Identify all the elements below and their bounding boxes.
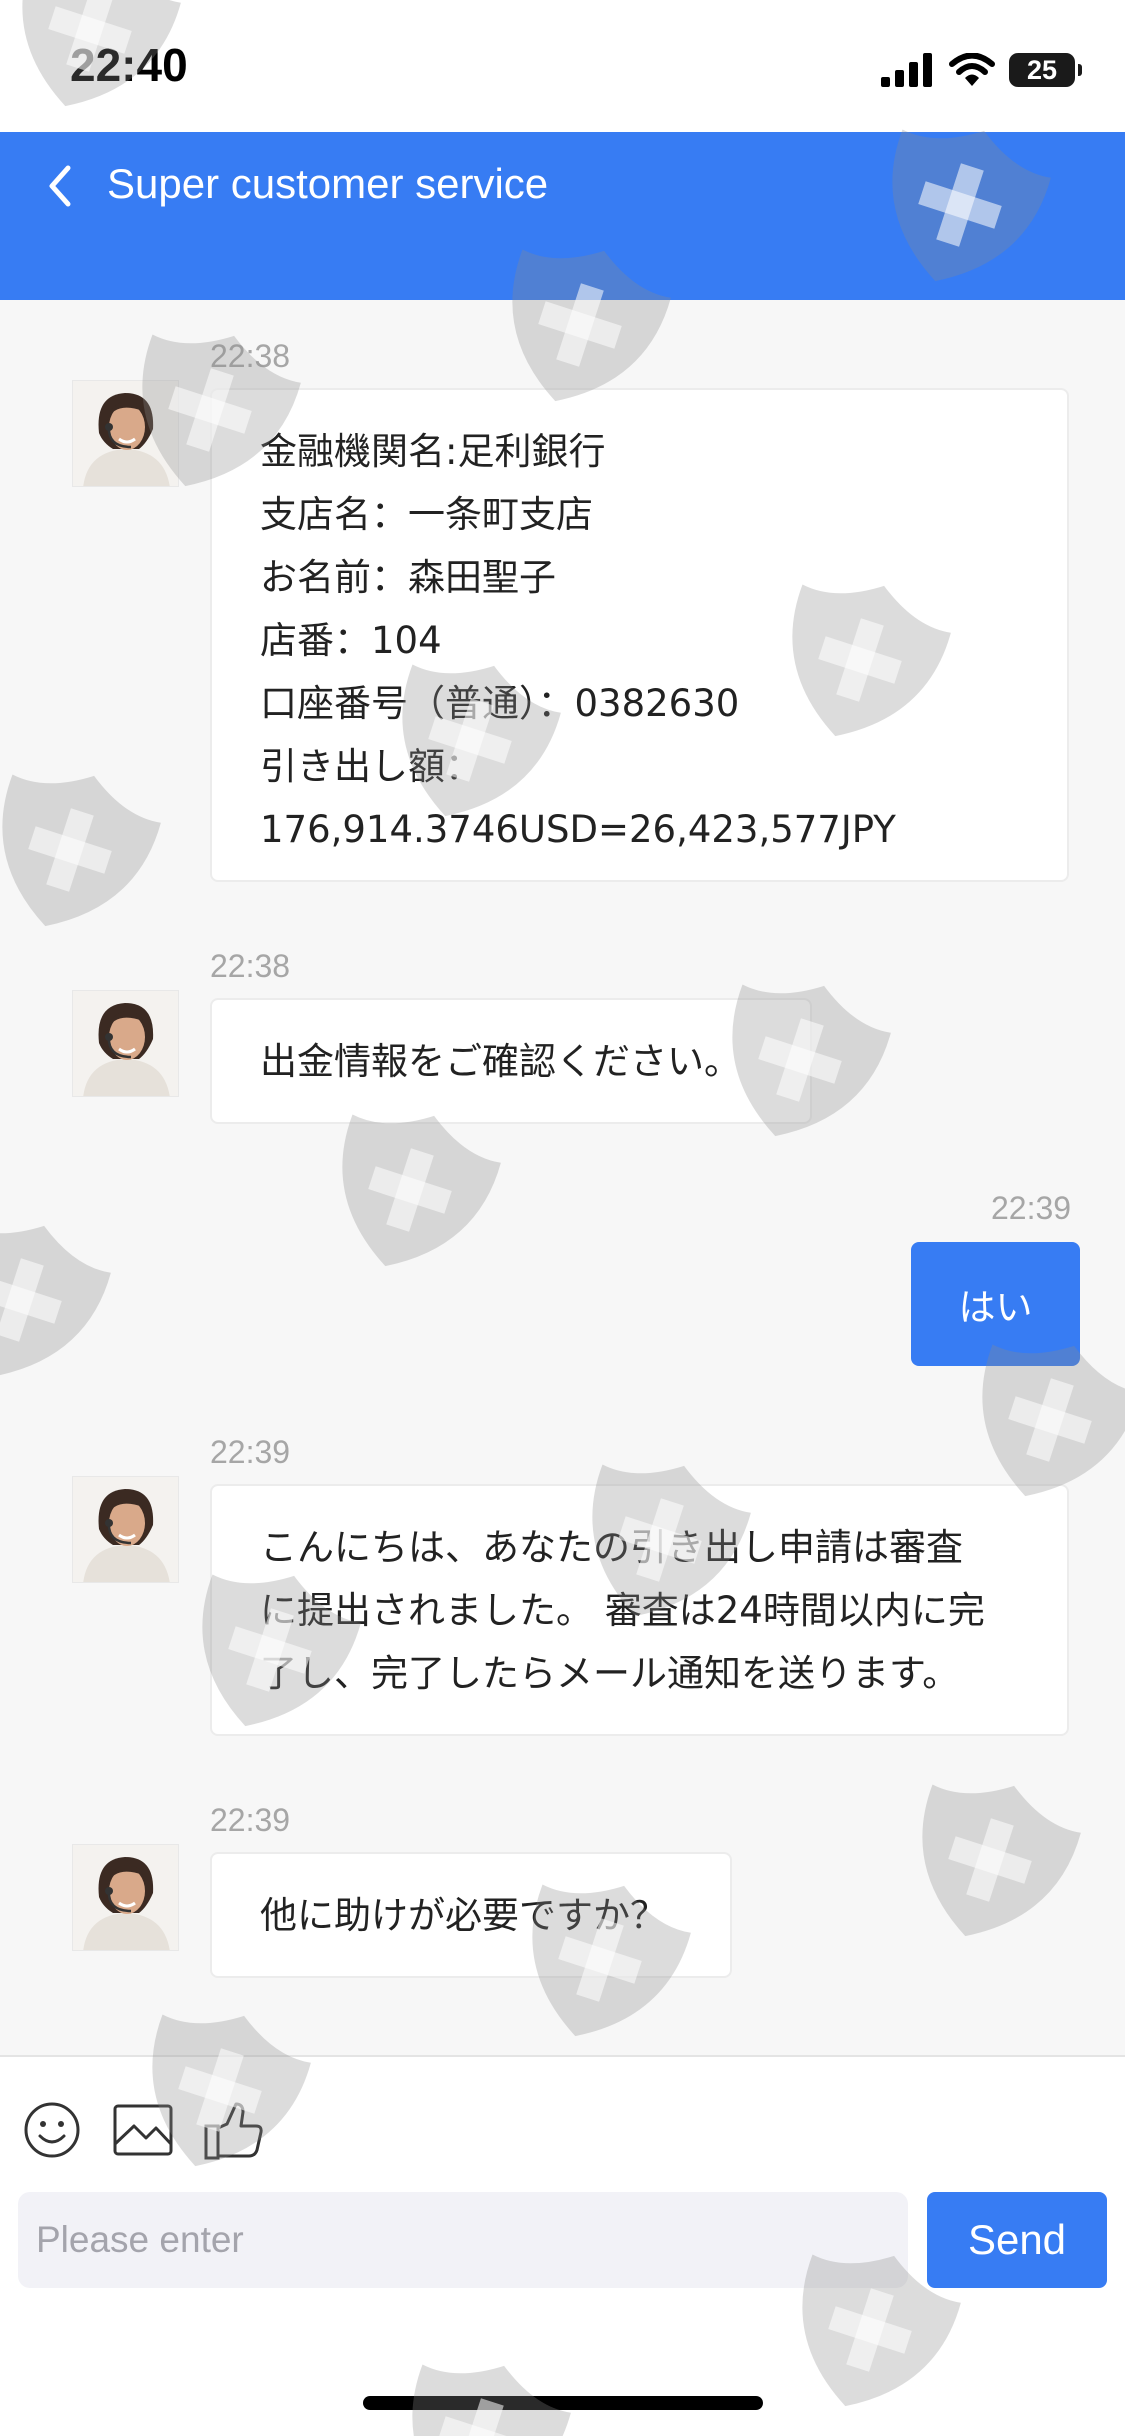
composer: Send: [0, 2055, 1125, 2436]
agent-avatar-image: [73, 991, 178, 1096]
chat-area[interactable]: 22:38 金融機関名:足利銀行 支店名：一条町支店 お名前：森田聖子 店番：1…: [0, 300, 1125, 2055]
wifi-icon: [949, 53, 995, 86]
message-line: 出金情報をご確認ください。: [260, 1040, 741, 1083]
message-line: 176,914.3746USD=26,423,577JPY: [260, 808, 896, 851]
message-time: 22:39: [210, 1802, 291, 1838]
my-message-bubble: はい: [911, 1242, 1080, 1366]
status-time: 22:40: [70, 39, 188, 91]
message-bubble: こんにちは、あなたの引き出し申請は審査 に提出されました。 審査は24時間以内に…: [210, 1484, 1069, 1736]
message-line: お名前：森田聖子: [260, 556, 556, 599]
emoji-icon[interactable]: [22, 2100, 82, 2160]
page-title: Super customer service: [107, 160, 549, 207]
agent-avatar-image: [73, 1845, 178, 1950]
avatar[interactable]: [72, 990, 179, 1097]
avatar[interactable]: [72, 1476, 179, 1583]
home-indicator[interactable]: [363, 2396, 763, 2410]
message-line: はい: [958, 1286, 1033, 1329]
header-bar: Super customer service: [0, 132, 1125, 300]
agent-avatar-image: [73, 381, 178, 486]
message-line: 口座番号（普通）：0382630: [260, 682, 740, 725]
message-bubble: 他に助けが必要ですか？: [210, 1852, 732, 1978]
message-line: に提出されました。 審査は24時間以内に完: [260, 1589, 985, 1632]
agent-avatar-image: [73, 1477, 178, 1582]
message-line: 金融機関名:足利銀行: [260, 430, 606, 473]
signal-icon: [881, 53, 932, 87]
chevron-left-icon[interactable]: [40, 158, 80, 218]
send-button[interactable]: Send: [927, 2192, 1107, 2288]
avatar[interactable]: [72, 380, 179, 487]
message-time: 22:38: [210, 338, 291, 374]
status-bar: 22:40 25: [0, 0, 1125, 132]
message-time: 22:39: [991, 1190, 1072, 1226]
message-line: 引き出し額：: [260, 745, 482, 788]
message-line: 了し、完了したらメール通知を送ります。: [260, 1652, 960, 1695]
status-icons: 25: [881, 50, 1082, 90]
message-bubble: 金融機関名:足利銀行 支店名：一条町支店 お名前：森田聖子 店番：104 口座番…: [210, 388, 1069, 882]
thumbs-up-icon[interactable]: [203, 2100, 265, 2162]
message-line: 店番：104: [260, 619, 442, 662]
message-line: 支店名：一条町支店: [260, 493, 593, 536]
message-bubble: 出金情報をご確認ください。: [210, 998, 812, 1124]
avatar[interactable]: [72, 1844, 179, 1951]
message-line: こんにちは、あなたの引き出し申請は審査: [260, 1526, 963, 1569]
message-time: 22:39: [210, 1434, 291, 1470]
message-input[interactable]: [18, 2192, 908, 2288]
battery-icon: 25: [1009, 53, 1082, 87]
battery-level: 25: [1026, 54, 1058, 85]
message-line: 他に助けが必要ですか？: [260, 1894, 667, 1937]
image-icon[interactable]: [112, 2100, 174, 2160]
message-time: 22:38: [210, 948, 291, 984]
